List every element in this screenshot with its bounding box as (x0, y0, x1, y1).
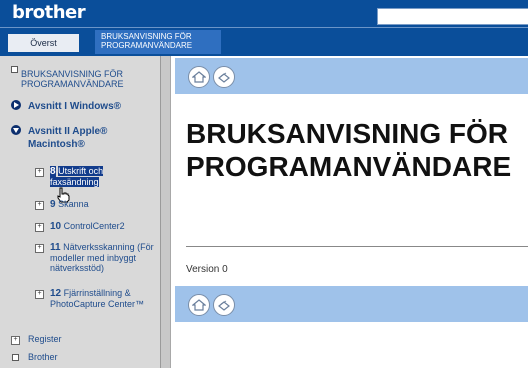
sidebar-item-brother[interactable]: Brother (28, 352, 58, 362)
sidebar: BRUKSANVISNING FÖR PROGRAMANVÄNDARE Avsn… (0, 56, 160, 368)
home-icon (192, 71, 206, 83)
sidebar-item-register[interactable]: Register (28, 334, 62, 344)
sidebar-item-12[interactable]: 12 Fjärrinställning & PhotoCapture Cente… (50, 288, 150, 309)
tab-user-guide[interactable]: BRUKSANVISNING FÖR PROGRAMANVÄNDARE (95, 30, 221, 54)
sidebar-item-guide[interactable]: BRUKSANVISNING FÖR PROGRAMANVÄNDARE (21, 69, 156, 89)
sidebar-item-9[interactable]: 9 Skanna (50, 199, 150, 210)
version-text: Version 0 (186, 264, 228, 275)
print-icon (218, 72, 230, 83)
item-number: 8 (50, 166, 56, 177)
item-label: Fjärrinställning & PhotoCapture Center™ (50, 288, 145, 309)
header: brother Överst BRUKSANVISNING FÖR PROGRA… (0, 0, 528, 56)
expand-icon[interactable]: + (35, 290, 44, 299)
item-label: ControlCenter2 (63, 221, 125, 231)
page-title: BRUKSANVISNING FÖR PROGRAMANVÄNDARE (186, 118, 512, 182)
expand-icon[interactable]: + (35, 201, 44, 210)
page-icon (12, 354, 19, 361)
item-label: Nätverksskanning (För modeller med inbyg… (50, 242, 154, 273)
item-number: 9 (50, 199, 56, 210)
tab-top[interactable]: Överst (8, 34, 79, 52)
print-icon (218, 300, 230, 311)
sidebar-item-macintosh[interactable]: Avsnitt II Apple® Macintosh® (28, 125, 146, 151)
arrow-down-icon[interactable] (11, 125, 21, 135)
main-content: BRUKSANVISNING FÖR PROGRAMANVÄNDARE Vers… (171, 56, 528, 368)
header-divider (0, 27, 528, 28)
top-nav-bar (175, 58, 528, 94)
expand-icon[interactable]: + (35, 223, 44, 232)
title-divider (186, 246, 528, 247)
item-label: Utskrift och faxsändning (50, 166, 104, 187)
home-button[interactable] (188, 294, 210, 316)
page-icon (11, 66, 18, 73)
item-number: 12 (50, 288, 62, 299)
search-input[interactable] (377, 8, 528, 25)
print-button[interactable] (213, 66, 235, 88)
item-number: 10 (50, 221, 62, 232)
sidebar-item-10[interactable]: 10 ControlCenter2 (50, 221, 155, 232)
expand-icon[interactable]: + (35, 168, 44, 177)
frame-splitter[interactable] (160, 56, 171, 368)
sidebar-item-8[interactable]: 8 Utskrift och faxsändning (50, 166, 132, 187)
sidebar-item-11[interactable]: 11 Nätverksskanning (För modeller med in… (50, 242, 154, 273)
print-button[interactable] (213, 294, 235, 316)
home-icon (192, 299, 206, 311)
arrow-right-icon[interactable] (11, 100, 21, 110)
home-button[interactable] (188, 66, 210, 88)
item-label: Skanna (58, 199, 89, 209)
expand-icon[interactable]: + (11, 336, 20, 345)
bottom-nav-bar (175, 286, 528, 322)
brother-logo: brother (12, 2, 86, 23)
sidebar-item-windows[interactable]: Avsnitt I Windows® (28, 100, 156, 113)
expand-icon[interactable]: + (35, 244, 44, 253)
item-number: 11 (50, 242, 61, 253)
